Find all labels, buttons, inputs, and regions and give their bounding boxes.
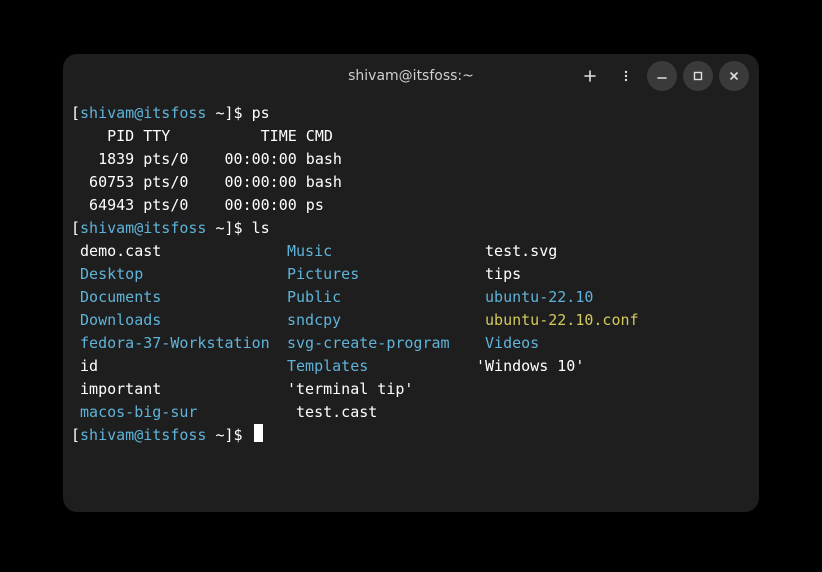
ls-entry: Music [287,240,476,263]
kebab-icon [619,69,633,83]
ls-entry: ubuntu-22.10 [476,286,751,309]
ls-entry: demo.cast [71,240,287,263]
minimize-icon [655,69,669,83]
ls-row: fedora-37-Workstationsvg-create-program … [71,332,751,355]
ls-entry: important [71,378,287,401]
ls-entry: test.svg [476,240,751,263]
ls-entry: Public [287,286,476,309]
ls-entry: sndcpy [287,309,476,332]
ls-output: demo.castMusic test.svg DesktopPictures … [71,240,751,424]
ls-entry [476,378,751,401]
terminal-body[interactable]: [shivam@itsfoss ~]$ ps PID TTY TIME CMD … [63,98,759,512]
command-ps: ps [252,104,270,122]
ls-entry: ubuntu-22.10.conf [476,309,751,332]
ls-entry: Downloads [71,309,287,332]
ls-entry: id [71,355,287,378]
command-ls: ls [252,219,270,237]
ls-entry: macos-big-sur [71,401,287,424]
ls-row: macos-big-sur test.cast [71,401,751,424]
close-button[interactable] [719,61,749,91]
terminal-window: shivam@itsfoss:~ [shivam@itsfoss ~]$ ps … [63,54,759,512]
close-icon [727,69,741,83]
ps-row: 60753 pts/0 00:00:00 bash [71,173,342,191]
ls-entry: Pictures [287,263,476,286]
new-tab-button[interactable] [575,61,605,91]
ls-entry: 'Windows 10' [476,355,751,378]
ps-header: PID TTY TIME CMD [71,127,333,145]
ls-entry: tips [476,263,751,286]
ls-row: important'terminal tip' [71,378,751,401]
ls-entry: Desktop [71,263,287,286]
menu-button[interactable] [611,61,641,91]
ls-row: DocumentsPublic ubuntu-22.10 [71,286,751,309]
ls-entry: Documents [71,286,287,309]
cursor [254,424,263,442]
window-controls [575,61,749,91]
window-title: shivam@itsfoss:~ [348,68,474,84]
ls-entry: test.cast [287,401,476,424]
ls-entry: fedora-37-Workstation [71,332,287,355]
ps-row: 64943 pts/0 00:00:00 ps [71,196,324,214]
ls-entry [476,401,751,424]
ls-row: Downloadssndcpy ubuntu-22.10.conf [71,309,751,332]
ls-row: DesktopPictures tips [71,263,751,286]
prompt-line-2: [shivam@itsfoss ~]$ ls [71,217,751,240]
minimize-button[interactable] [647,61,677,91]
titlebar: shivam@itsfoss:~ [63,54,759,98]
ls-entry: svg-create-program [287,332,476,355]
ls-entry: Templates [287,355,476,378]
plus-icon [583,69,597,83]
ls-entry: Videos [476,332,751,355]
prompt-line-1: [shivam@itsfoss ~]$ ps [71,102,751,125]
prompt-line-3: [shivam@itsfoss ~]$ [71,424,751,447]
ls-row: idTemplates'Windows 10' [71,355,751,378]
ls-row: demo.castMusic test.svg [71,240,751,263]
maximize-button[interactable] [683,61,713,91]
maximize-icon [691,69,705,83]
ps-row: 1839 pts/0 00:00:00 bash [71,150,342,168]
ls-entry: 'terminal tip' [287,378,476,401]
